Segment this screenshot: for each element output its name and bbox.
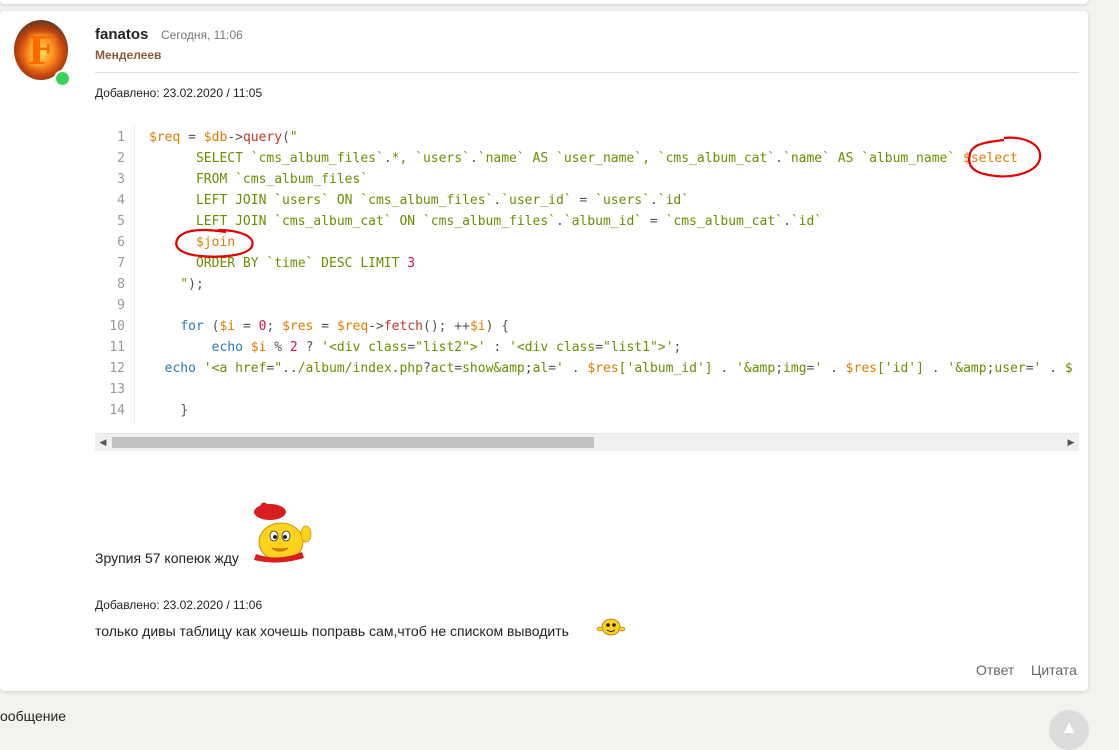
line-number: 7 [117, 256, 125, 271]
code-text: FROM `cms_album_files` [149, 172, 369, 187]
code-line: 3 FROM `cms_album_files` [95, 169, 1079, 190]
line-number: 1 [117, 130, 125, 145]
line-number: 9 [117, 298, 125, 313]
scroll-to-top-button[interactable]: ▲ [1049, 710, 1089, 750]
code-line: 12 echo '<a href="../album/index.php?act… [95, 358, 1079, 379]
line-number: 6 [117, 235, 125, 250]
line-number: 4 [117, 193, 125, 208]
chick-smiley-icon [254, 502, 312, 563]
line-number: 5 [117, 214, 125, 229]
code-text: $join [195, 235, 236, 250]
avatar-letter: F [27, 28, 55, 73]
code-line: 6 $join [95, 232, 1079, 253]
code-line: 9 [95, 295, 1079, 316]
line-number: 10 [109, 319, 125, 334]
code-text: LEFT JOIN `cms_album_cat` ON `cms_album_… [149, 214, 823, 229]
code-text: echo '<a href="../album/index.php?act=sh… [164, 361, 1073, 376]
line-number: 11 [109, 340, 125, 355]
code-text: SELECT `cms_album_files`.*, `users`.`nam… [149, 151, 1018, 166]
code-line: 4 LEFT JOIN `users` ON `cms_album_files`… [95, 190, 1079, 211]
code-line: 2 SELECT `cms_album_files`.*, `users`.`n… [95, 148, 1079, 169]
quote-link[interactable]: Цитата [1031, 662, 1077, 678]
code-block: 1 $req = $db->query(" 2 SELECT `cms_album_… [95, 125, 1079, 452]
code-line: 7 ORDER BY `time` DESC LIMIT 3 [95, 253, 1079, 274]
footer-message-label: ообщение [0, 708, 67, 724]
header-divider [95, 72, 1079, 73]
code-line: 8 "); [95, 274, 1079, 295]
online-status-dot [54, 70, 71, 87]
code-text: $req = $db->query(" [149, 130, 298, 145]
line-number: 12 [109, 361, 125, 376]
code-line: 11 echo $i % 2 ? '<div class="list2">' :… [95, 337, 1079, 358]
code-line: 10 for ($i = 0; $res = $req->fetch(); ++… [95, 316, 1079, 337]
chevron-left-icon[interactable]: ◀ [95, 434, 111, 451]
code-text: ORDER BY `time` DESC LIMIT 3 [149, 256, 416, 271]
post-time: Сегодня, 11:06 [161, 28, 243, 42]
code-line: 5 LEFT JOIN `cms_album_cat` ON `cms_albu… [95, 211, 1079, 232]
post-username[interactable]: fanatos [95, 26, 148, 43]
added-timestamp-2: Добавлено: 23.02.2020 / 11:06 [95, 598, 263, 612]
previous-post-card [0, 0, 1088, 4]
line-number: 3 [117, 172, 125, 187]
post-message-1: Зрупия 57 копеюк жду [95, 550, 239, 566]
user-rank: Менделеев [95, 48, 162, 62]
added-timestamp: Добавлено: 23.02.2020 / 11:05 [95, 86, 263, 100]
code-text: } [180, 403, 189, 418]
reply-link[interactable]: Ответ [976, 662, 1014, 678]
code-line: 13 [95, 379, 1079, 400]
scrollbar-thumb[interactable] [112, 437, 594, 448]
bouncing-smiley-icon [596, 618, 626, 636]
code-text: LEFT JOIN `users` ON `cms_album_files`.`… [149, 193, 690, 208]
code-line: 14 } [95, 400, 1079, 421]
chevron-up-icon: ▲ [1060, 717, 1078, 737]
line-number: 8 [117, 277, 125, 292]
code-text: for ($i = 0; $res = $req->fetch(); ++$i)… [180, 319, 510, 334]
code-text: "); [149, 277, 204, 292]
post-message-2: только дивы таблицу как хочешь поправь с… [95, 623, 569, 639]
code-line: 1 $req = $db->query(" [95, 127, 1079, 148]
line-number: 13 [109, 382, 125, 397]
line-number: 2 [117, 151, 125, 166]
line-number: 14 [109, 403, 125, 418]
chevron-right-icon[interactable]: ▶ [1063, 434, 1079, 451]
code-text: echo $i % 2 ? '<div class="list2">' : '<… [211, 340, 682, 355]
code-horizontal-scrollbar[interactable]: ◀ ▶ [95, 433, 1079, 451]
